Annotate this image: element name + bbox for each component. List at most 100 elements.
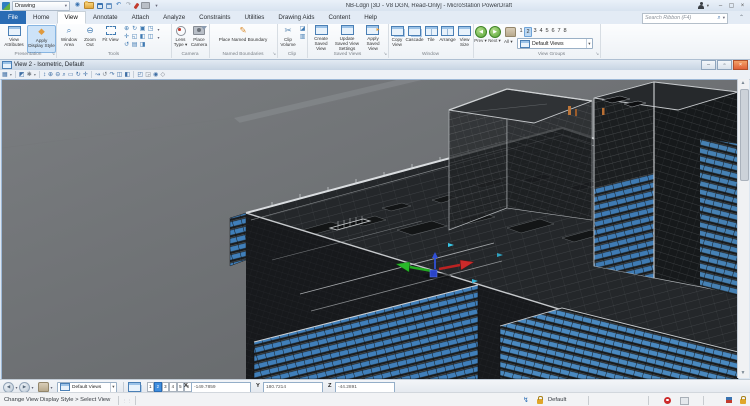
user-icon[interactable]: ◉ (74, 2, 81, 9)
pin-icon[interactable] (134, 2, 140, 9)
tab-analyze[interactable]: Analyze (156, 11, 192, 24)
redo-view-icon[interactable]: ↷ (109, 70, 114, 79)
prev-view-group-icon[interactable]: ◀ (475, 26, 487, 38)
view-group-selector-bottom-chevron-icon[interactable]: ▾ (110, 383, 116, 392)
zoom-in-icon[interactable]: ⊕ (123, 26, 130, 33)
active-level-value[interactable]: Default (548, 397, 566, 403)
front-view-icon[interactable]: ◧ (139, 34, 146, 41)
forward-view-button[interactable]: ▶ (19, 382, 30, 393)
view-close-button[interactable]: × (733, 60, 748, 70)
update-saved-view-button[interactable]: Update Saved View Settings (334, 25, 360, 51)
search-chevron-icon[interactable]: ▾ (723, 15, 725, 21)
settings-dropdown-icon[interactable]: ▾ (34, 70, 36, 79)
presentation-dialog-launcher-icon[interactable]: ↘ (51, 51, 55, 57)
scrollbar-thumb[interactable] (740, 89, 749, 181)
view-groups-dialog-launcher-icon[interactable]: ↘ (595, 51, 599, 57)
element-selection-icon[interactable] (664, 397, 671, 404)
clip-mask-icon[interactable]: ◪ (299, 26, 306, 33)
create-saved-view-button[interactable]: Create Saved View (309, 25, 333, 51)
bottom-view-toggle-3[interactable]: 3 (162, 382, 170, 392)
cube-view-icon[interactable]: ▣ (139, 26, 146, 33)
markup-tool-icon[interactable]: ◉ (153, 70, 158, 79)
maximize-button[interactable]: ▢ (726, 1, 737, 10)
adjust-brightness-icon[interactable]: ↕ (43, 70, 46, 79)
pan-view-icon[interactable]: ✛ (123, 34, 130, 41)
fit-view-button[interactable]: Fit View (100, 25, 121, 51)
window-area-button[interactable]: ⌕ Window Area (58, 25, 80, 51)
view-restore-button[interactable]: ▫ (717, 60, 732, 70)
file-lock-icon[interactable] (740, 399, 746, 404)
account-icon[interactable] (698, 2, 705, 9)
copy-view-button[interactable]: Copy View (389, 25, 405, 51)
scroll-down-icon[interactable]: ▼ (738, 369, 748, 378)
close-button[interactable]: × (737, 1, 748, 10)
print-icon[interactable] (141, 2, 150, 9)
undo-icon[interactable]: ↶ (115, 2, 122, 9)
viewport-scrollbar[interactable]: ▲ ▼ (737, 79, 749, 378)
tab-file[interactable]: File (0, 11, 26, 24)
view-display-style-icon[interactable]: ▦ (2, 70, 8, 79)
snap-mode-icon[interactable]: ↯ (523, 396, 529, 404)
iso-view-icon[interactable]: ◳ (147, 26, 154, 33)
bottom-view-toggle-5[interactable]: 5 (177, 382, 185, 392)
view-group-tool-icon[interactable] (505, 27, 516, 37)
viewport-3d[interactable] (1, 79, 739, 380)
view-group-selector-bottom[interactable]: Default Views ▾ (57, 382, 117, 393)
pan-view-tool-icon[interactable]: ✛ (83, 70, 88, 79)
copy-view-tool-icon[interactable]: ◫ (117, 70, 123, 79)
fence-mode-icon[interactable] (680, 397, 689, 405)
rotate-view-tool-icon[interactable]: ↻ (76, 70, 81, 79)
undo-view-icon[interactable]: ↺ (102, 70, 107, 79)
forward-dropdown-icon[interactable]: ▾ (32, 385, 34, 390)
walk-icon[interactable]: ◱ (131, 34, 138, 41)
view-previous-icon[interactable]: ◧ (125, 70, 131, 79)
perspective-icon[interactable]: ◨ (139, 42, 146, 49)
save-settings-icon[interactable] (106, 3, 112, 9)
view-group-tool-icon-bottom[interactable] (38, 382, 49, 392)
view-dropdown-icon[interactable]: ▾ (155, 34, 162, 41)
view-presentation-icon[interactable]: ◩ (19, 70, 25, 79)
fit-view-tool-icon[interactable]: ▭ (68, 70, 74, 79)
arrange-button[interactable]: Arrange (439, 25, 456, 51)
zoom-in-tool-icon[interactable]: ⊕ (48, 70, 53, 79)
bottom-view-toggle-4[interactable]: 4 (169, 382, 177, 392)
named-boundaries-dialog-launcher-icon[interactable]: ↘ (272, 51, 276, 57)
lens-type-button[interactable]: Lens Type ▾ (172, 25, 189, 51)
all-views-button[interactable]: All ▾ (504, 39, 513, 45)
redo-icon[interactable]: ↷ (125, 2, 132, 9)
back-view-button[interactable]: ◀ (3, 382, 14, 393)
locks-icon[interactable] (537, 399, 543, 404)
display-style-dropdown-icon[interactable]: ▾ (10, 70, 12, 79)
tab-utilities[interactable]: Utilities (237, 11, 271, 24)
tile-button[interactable]: Tile (424, 25, 438, 51)
clip-volume-button[interactable]: ✂ Clip Volume (278, 25, 298, 51)
zoom-out-button[interactable]: ⊖ Zoom Out (80, 25, 100, 51)
view-group-selector-chevron-icon[interactable]: ▾ (586, 39, 592, 48)
rotate-view-icon[interactable]: ↻ (131, 26, 138, 33)
workflow-selector[interactable]: Drawing ▾ (12, 1, 70, 11)
tab-drawing-aids[interactable]: Drawing Aids (271, 11, 321, 24)
view-settings-icon[interactable]: ✱ (27, 70, 32, 79)
bottom-view-toggle-1[interactable]: 1 (147, 382, 155, 392)
more-commands-icon[interactable]: ▾ (153, 2, 160, 9)
top-view-icon[interactable]: ◫ (147, 34, 154, 41)
previous-view-icon[interactable]: ↺ (123, 42, 130, 49)
clip-volume-tool-icon[interactable]: ◰ (137, 70, 143, 79)
scroll-up-icon[interactable]: ▲ (738, 79, 748, 88)
account-chevron-icon[interactable]: ▾ (707, 3, 709, 9)
tab-view[interactable]: View (57, 11, 86, 24)
next-view-group-icon[interactable]: ▶ (489, 26, 501, 38)
clip-mask-tool-icon[interactable]: ◲ (145, 70, 151, 79)
side-view-icon[interactable]: ▤ (131, 42, 138, 49)
clip-front-icon[interactable]: ▥ (299, 34, 306, 41)
z-coordinate-field[interactable]: -44.2891 (335, 382, 395, 393)
drag-handle[interactable]: ⋮⋮ (122, 398, 132, 403)
back-dropdown-icon[interactable]: ▾ (16, 385, 18, 390)
extra-tool-icon[interactable]: ◇ (161, 70, 166, 79)
apply-display-style-button[interactable]: ◆ Apply Display Style (27, 25, 56, 53)
tab-attach[interactable]: Attach (125, 11, 157, 24)
views-icon[interactable] (128, 382, 141, 392)
bottom-view-toggle-2[interactable]: 2 (154, 382, 162, 392)
prev-button[interactable]: Prev ▾ (474, 38, 487, 44)
next-button[interactable]: Next ▾ (488, 38, 501, 44)
